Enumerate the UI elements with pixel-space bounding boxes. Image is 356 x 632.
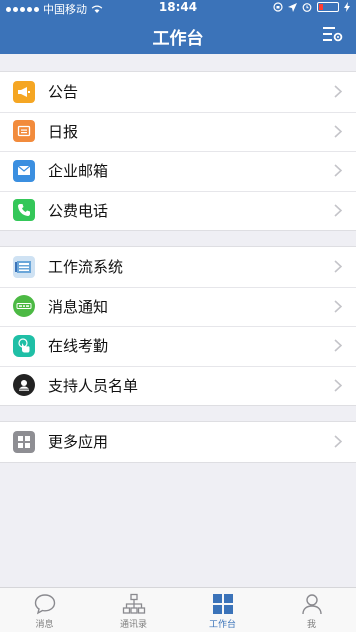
chevron-right-icon — [334, 85, 342, 98]
chevron-right-icon — [334, 164, 342, 177]
lock-rotation-icon — [273, 2, 283, 12]
status-bar: 中国移动 18:44 — [0, 0, 356, 16]
menu-item-workflow-system[interactable]: 工作流系统 — [0, 247, 356, 287]
tab-contacts[interactable]: 通讯录 — [89, 588, 178, 632]
tab-workbench[interactable]: 工作台 — [178, 588, 267, 632]
menu-group-3: 更多应用 — [0, 421, 356, 463]
menu-item-label: 公告 — [48, 83, 79, 102]
workflow-icon — [13, 255, 35, 278]
alarm-icon — [302, 3, 312, 12]
menu-item-public-phone[interactable]: 公费电话 — [0, 190, 356, 231]
menu-item-announcement[interactable]: 公告 — [0, 72, 356, 112]
workbench-icon — [212, 594, 233, 614]
menu-item-label: 消息通知 — [48, 297, 109, 316]
settings-button[interactable] — [322, 24, 344, 44]
tab-label: 消息 — [35, 620, 54, 630]
top-bar: 中国移动 18:44 工作台 — [0, 0, 356, 54]
mail-icon — [13, 159, 35, 182]
chevron-right-icon — [334, 379, 342, 392]
attendance-icon — [13, 334, 35, 357]
menu-item-label: 工作流系统 — [48, 258, 124, 277]
megaphone-icon — [13, 80, 35, 103]
tab-label: 工作台 — [208, 620, 236, 630]
menu-item-more-apps[interactable]: 更多应用 — [0, 422, 356, 462]
menu-item-label: 日报 — [48, 122, 79, 141]
notification-icon — [13, 295, 35, 318]
charging-icon — [344, 2, 350, 12]
menu-item-message-notification[interactable]: 消息通知 — [0, 286, 356, 327]
tab-label: 通讯录 — [119, 620, 147, 630]
chevron-right-icon — [334, 339, 342, 352]
menu-item-daily-report[interactable]: 日报 — [0, 111, 356, 152]
chevron-right-icon — [334, 260, 342, 273]
chevron-right-icon — [334, 300, 342, 313]
chevron-right-icon — [334, 435, 342, 448]
location-icon — [288, 2, 297, 12]
report-icon — [13, 120, 35, 143]
menu-item-label: 公费电话 — [48, 201, 109, 220]
menu-item-support-staff-list[interactable]: 支持人员名单 — [0, 365, 356, 406]
status-right — [273, 2, 350, 12]
chat-bubble-icon — [34, 594, 55, 615]
menu-item-label: 更多应用 — [48, 433, 109, 452]
menu-group-2: 工作流系统 消息通知 在线考勤 支持人员名单 — [0, 246, 356, 406]
menu-item-label: 企业邮箱 — [48, 162, 109, 181]
battery-icon — [317, 2, 339, 12]
support-icon — [13, 374, 35, 397]
page-title: 工作台 — [152, 29, 204, 49]
tab-messages[interactable]: 消息 — [0, 588, 89, 632]
org-chart-icon — [122, 593, 145, 614]
person-icon — [301, 594, 322, 615]
menu-item-online-attendance[interactable]: 在线考勤 — [0, 326, 356, 366]
chevron-right-icon — [334, 204, 342, 217]
tab-me[interactable]: 我 — [267, 588, 356, 632]
phone-icon — [13, 199, 35, 222]
grid-icon — [13, 430, 35, 453]
list-settings-icon — [323, 27, 343, 42]
tab-bar: 消息 通讯录 工作台 我 — [0, 587, 356, 632]
tab-label: 我 — [306, 620, 316, 630]
menu-item-label: 在线考勤 — [48, 337, 109, 356]
menu-item-label: 支持人员名单 — [48, 376, 139, 395]
chevron-right-icon — [334, 125, 342, 138]
menu-group-1: 公告 日报 企业邮箱 公费电话 — [0, 71, 356, 231]
menu-item-enterprise-mail[interactable]: 企业邮箱 — [0, 151, 356, 191]
